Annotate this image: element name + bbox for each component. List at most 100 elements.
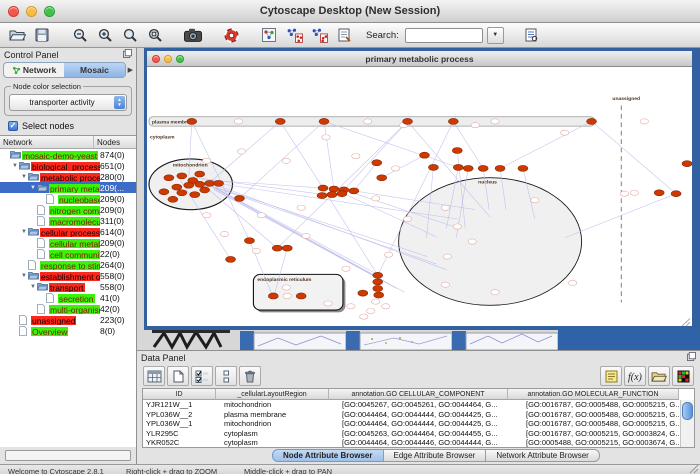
- table-scrollbar[interactable]: [680, 400, 694, 448]
- tree-row[interactable]: cell communication22(0): [0, 248, 136, 259]
- network-node[interactable]: [177, 190, 187, 196]
- network-node[interactable]: [403, 118, 413, 124]
- expand-arrow[interactable]: ▼: [20, 174, 28, 180]
- tree-row[interactable]: cellular metabolic209(0): [0, 237, 136, 248]
- tree-row[interactable]: ▼cellular process614(0): [0, 226, 136, 237]
- network-node-unselected[interactable]: [297, 205, 305, 210]
- float-panel-icon[interactable]: [123, 49, 132, 60]
- table-row[interactable]: YDR039C__1mitochondrion[GO:0044464, GO:0…: [143, 448, 680, 449]
- network-node-unselected[interactable]: [352, 154, 360, 159]
- network-node-unselected[interactable]: [342, 266, 350, 271]
- tree-row[interactable]: response to stimulus264(0): [0, 259, 136, 270]
- network-node[interactable]: [337, 191, 347, 197]
- zoom-in-icon[interactable]: [94, 25, 116, 45]
- modify-attributes-icon[interactable]: [215, 366, 237, 386]
- network-node[interactable]: [373, 272, 383, 278]
- column-header[interactable]: _cellularLayoutRegion: [216, 389, 329, 400]
- network-node[interactable]: [682, 161, 692, 167]
- tab-mosaic[interactable]: Mosaic: [64, 63, 124, 77]
- network-node-unselected[interactable]: [220, 231, 228, 236]
- tab-node-attribute-browser[interactable]: Node Attribute Browser: [272, 449, 384, 462]
- network-node[interactable]: [373, 279, 383, 285]
- network-node-unselected[interactable]: [202, 213, 210, 218]
- network-node-unselected[interactable]: [630, 190, 638, 195]
- network-node[interactable]: [317, 193, 327, 199]
- expand-arrow[interactable]: ▼: [20, 229, 28, 235]
- network-node-unselected[interactable]: [468, 239, 476, 244]
- network-canvas[interactable]: plasma membranecytoplasmmitochondrionnuc…: [147, 67, 692, 326]
- canvas-resize-grip[interactable]: [682, 318, 690, 326]
- tab-overflow-arrow[interactable]: ▶: [128, 66, 133, 74]
- network-node[interactable]: [275, 118, 285, 124]
- network-node[interactable]: [453, 164, 463, 170]
- network-node-unselected[interactable]: [372, 299, 380, 304]
- network-node-unselected[interactable]: [282, 158, 290, 163]
- network-node-unselected[interactable]: [283, 293, 291, 298]
- network-node[interactable]: [244, 238, 254, 244]
- column-header[interactable]: annotation.GO CELLULAR_COMPONENT: [329, 389, 508, 400]
- network-node-unselected[interactable]: [471, 123, 479, 128]
- network-node[interactable]: [448, 118, 458, 124]
- network-node[interactable]: [374, 292, 384, 298]
- network-node-unselected[interactable]: [322, 135, 330, 140]
- network-node[interactable]: [205, 180, 215, 186]
- tree-column-network[interactable]: Network: [0, 136, 94, 148]
- network-node[interactable]: [159, 189, 169, 195]
- import-attributes-icon[interactable]: [648, 366, 670, 386]
- tree-row[interactable]: macromolecule311(0): [0, 215, 136, 226]
- network-node[interactable]: [428, 164, 438, 170]
- network-node[interactable]: [358, 290, 368, 296]
- tree-row[interactable]: Overview8(0): [0, 325, 136, 336]
- tree-row[interactable]: secretion41(0): [0, 292, 136, 303]
- network-node-unselected[interactable]: [257, 213, 265, 218]
- network-node-unselected[interactable]: [364, 119, 372, 124]
- network-node-unselected[interactable]: [237, 149, 245, 154]
- network-node[interactable]: [187, 118, 197, 124]
- network-node[interactable]: [373, 285, 383, 291]
- network-node[interactable]: [235, 195, 245, 201]
- search-dropdown-arrow[interactable]: ▼: [487, 27, 504, 44]
- resize-grip[interactable]: [689, 464, 699, 474]
- network-node-unselected[interactable]: [391, 166, 399, 171]
- network-node-unselected[interactable]: [531, 198, 539, 203]
- open-session-icon[interactable]: [6, 25, 28, 45]
- network-node-unselected[interactable]: [382, 304, 390, 309]
- tree-column-nodes[interactable]: Nodes: [94, 136, 136, 148]
- background-windows[interactable]: [144, 330, 700, 350]
- network-node-unselected[interactable]: [491, 119, 499, 124]
- save-session-icon[interactable]: [31, 25, 53, 45]
- network-node[interactable]: [282, 245, 292, 251]
- tree-row[interactable]: ▼transport558(0): [0, 281, 136, 292]
- network-node[interactable]: [654, 190, 664, 196]
- network-node[interactable]: [372, 160, 382, 166]
- expand-arrow[interactable]: ▼: [29, 185, 37, 191]
- tree-row[interactable]: ▼biological_process651(0): [0, 160, 136, 171]
- network-node-unselected[interactable]: [640, 119, 648, 124]
- network-frame-titlebar[interactable]: primary metabolic process: [147, 51, 692, 67]
- search-options-icon[interactable]: [520, 25, 542, 45]
- network-node-unselected[interactable]: [367, 308, 375, 313]
- network-node[interactable]: [377, 175, 387, 181]
- network-node-unselected[interactable]: [441, 205, 449, 210]
- float-data-panel-icon[interactable]: [687, 352, 696, 363]
- tree-row[interactable]: nucleobase-containing209(0): [0, 193, 136, 204]
- network-overview-icon[interactable]: [258, 25, 280, 45]
- layout-blue-red-icon[interactable]: [283, 25, 305, 45]
- network-node[interactable]: [319, 118, 329, 124]
- select-attributes-icon[interactable]: [191, 366, 213, 386]
- column-header[interactable]: annotation.GO MOLECULAR_FUNCTION: [508, 389, 679, 400]
- network-node-unselected[interactable]: [282, 285, 290, 290]
- tree-row[interactable]: ▼establishment of localization558(0): [0, 270, 136, 281]
- network-node-unselected[interactable]: [561, 130, 569, 135]
- network-node[interactable]: [420, 152, 430, 158]
- save-table-icon[interactable]: [143, 366, 165, 386]
- notes-icon[interactable]: [600, 366, 622, 386]
- tab-network[interactable]: Network: [4, 63, 64, 77]
- network-node[interactable]: [478, 165, 488, 171]
- network-node[interactable]: [195, 171, 205, 177]
- network-node[interactable]: [318, 185, 328, 191]
- table-row[interactable]: YPL036W__2plasma membrane[GO:0044464, GO…: [143, 410, 680, 420]
- network-node-unselected[interactable]: [384, 252, 392, 257]
- zoom-out-icon[interactable]: [69, 25, 91, 45]
- network-node-unselected[interactable]: [347, 304, 355, 309]
